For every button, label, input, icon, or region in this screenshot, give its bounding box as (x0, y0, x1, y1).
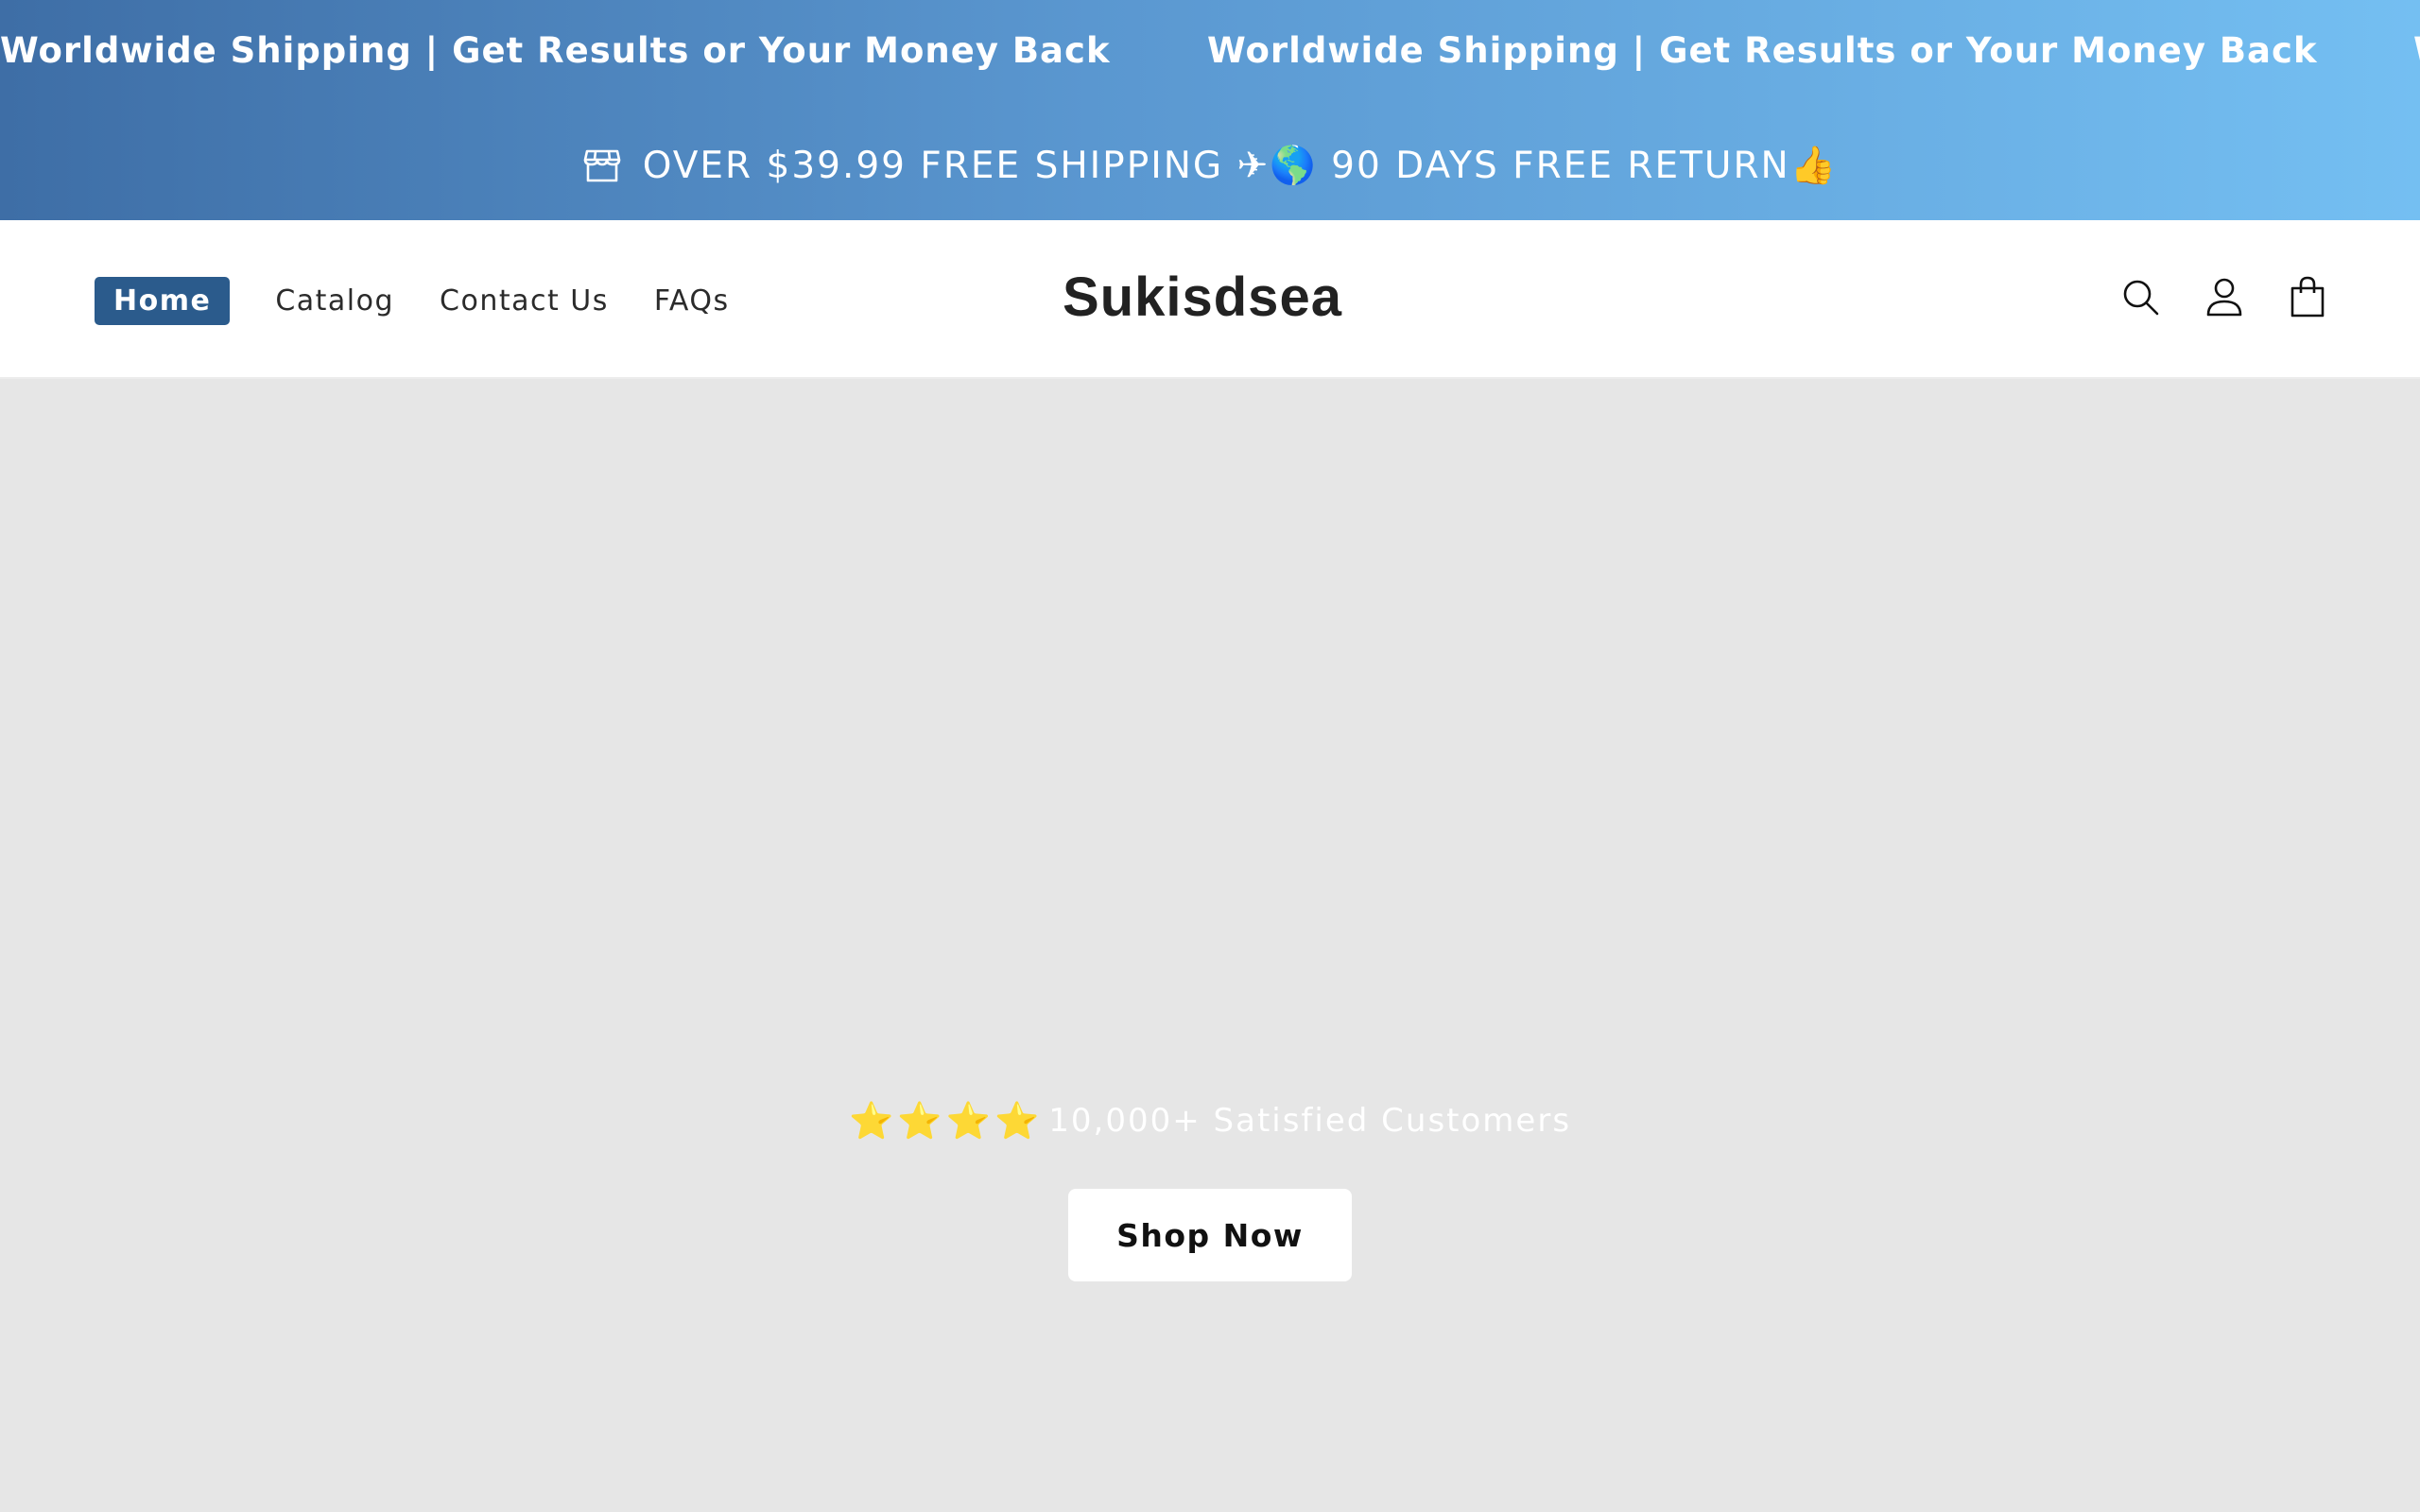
marquee-item: W (2413, 28, 2420, 74)
marquee-item: Worldwide Shipping | Get Results or Your… (0, 30, 1111, 71)
announcement-bar: OVER $39.99 FREE SHIPPING ✈🌎 90 DAYS FRE… (0, 132, 2420, 198)
rating-text: 10,000+ Satisfied Customers (1048, 1102, 1572, 1140)
account-icon[interactable] (2204, 275, 2244, 318)
site-header: Home Catalog Contact Us FAQs Sukisdsea (0, 220, 2420, 379)
search-icon[interactable] (2121, 275, 2161, 318)
marquee-item: Worldwide Shipping | Get Results or Your… (1207, 30, 2318, 71)
shipping-marquee: Worldwide Shipping | Get Results or Your… (0, 0, 2420, 104)
star-icon: ⭐ (848, 1100, 894, 1142)
shop-now-button[interactable]: Shop Now (1068, 1189, 1352, 1281)
star-icon: ⭐ (994, 1100, 1040, 1142)
customer-rating: ⭐ ⭐ ⭐ ⭐ 10,000+ Satisfied Customers (0, 1097, 2420, 1144)
star-rating: ⭐ ⭐ ⭐ ⭐ (849, 1102, 1039, 1140)
cart-icon[interactable] (2288, 275, 2327, 318)
header-icons (2121, 275, 2327, 318)
hero-section: ⭐ ⭐ ⭐ ⭐ 10,000+ Satisfied Customers Shop… (0, 379, 2420, 1512)
star-icon: ⭐ (945, 1100, 991, 1142)
brand-logo[interactable]: Sukisdsea (0, 264, 2405, 332)
star-icon: ⭐ (897, 1100, 942, 1142)
announcement-text: OVER $39.99 FREE SHIPPING ✈🌎 90 DAYS FRE… (642, 145, 1839, 187)
store-icon (582, 146, 622, 185)
top-banner: Worldwide Shipping | Get Results or Your… (0, 0, 2420, 220)
